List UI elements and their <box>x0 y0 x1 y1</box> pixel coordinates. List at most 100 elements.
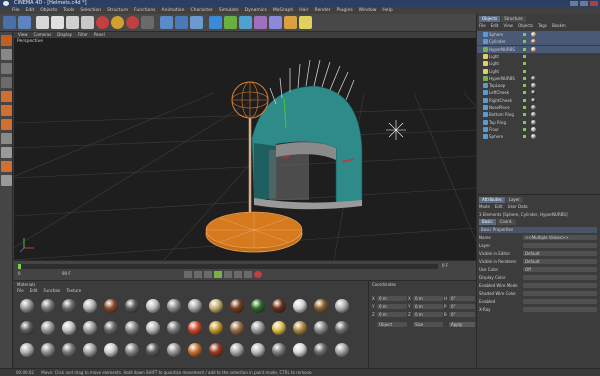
tweak-mode-icon[interactable] <box>1 133 12 144</box>
menu-animation[interactable]: Animation <box>162 7 185 14</box>
material-tag-icon[interactable] <box>531 39 536 45</box>
object-list-item[interactable]: Light <box>477 53 600 60</box>
menu-tools[interactable]: Tools <box>63 7 74 14</box>
render-picture-viewer-icon[interactable] <box>175 16 188 29</box>
visibility-toggle[interactable] <box>523 33 526 36</box>
attribute-value-field[interactable] <box>523 307 597 312</box>
menu-edit[interactable]: Edit <box>26 7 35 14</box>
attribute-value-field[interactable] <box>523 243 597 248</box>
close-button[interactable] <box>590 1 598 6</box>
menu-structure[interactable]: Structure <box>107 7 128 14</box>
size-mode-dropdown[interactable]: Size <box>413 322 443 327</box>
next-frame-icon[interactable] <box>224 271 232 278</box>
attribute-value-field[interactable] <box>523 275 597 280</box>
material-swatch[interactable] <box>188 321 202 335</box>
menu-window[interactable]: Window <box>359 7 377 14</box>
material-swatch[interactable] <box>146 343 160 357</box>
previous-frame-icon[interactable] <box>204 271 212 278</box>
material-swatch[interactable] <box>20 343 34 357</box>
material-tag-icon[interactable] <box>531 32 536 37</box>
timeline-end-frame[interactable]: 90 F <box>62 271 71 276</box>
timeline-start-frame[interactable]: 0 <box>18 271 21 276</box>
timeline-ruler[interactable] <box>18 264 438 269</box>
visibility-toggle[interactable] <box>523 135 526 139</box>
tab-objects[interactable]: Objects <box>479 16 501 22</box>
play-icon[interactable] <box>214 271 222 278</box>
visibility-toggle[interactable] <box>523 106 526 109</box>
array-icon[interactable] <box>239 16 252 29</box>
material-tag-icon[interactable] <box>531 119 536 125</box>
material-tag-icon[interactable] <box>531 97 536 103</box>
points-mode-icon[interactable] <box>1 91 12 102</box>
deformer-icon[interactable] <box>254 16 267 29</box>
object-list-item[interactable]: Floor <box>477 126 600 133</box>
object-list-item[interactable]: HyperNURBS <box>477 45 600 53</box>
visibility-toggle[interactable] <box>523 47 526 51</box>
object-menu-objects[interactable]: Objects <box>518 23 533 28</box>
model-mode-icon[interactable] <box>1 35 12 46</box>
material-swatch[interactable] <box>41 321 55 335</box>
object-list-item[interactable]: LeftCheek <box>477 89 600 96</box>
material-swatch[interactable] <box>146 299 160 313</box>
material-tag-icon[interactable] <box>531 126 536 132</box>
material-menu-edit[interactable]: Edit <box>30 288 38 293</box>
light-icon[interactable] <box>299 16 312 29</box>
material-swatch[interactable] <box>125 321 139 335</box>
visibility-toggle[interactable] <box>523 40 526 44</box>
camera-icon[interactable] <box>284 16 297 29</box>
attribute-value-field[interactable]: Default <box>523 259 597 264</box>
tab-structure[interactable]: Structure <box>501 16 526 22</box>
y-axis-icon[interactable] <box>111 16 124 29</box>
material-menu-function[interactable]: Function <box>43 288 60 293</box>
material-swatch[interactable] <box>230 299 244 313</box>
material-swatch[interactable] <box>251 343 265 357</box>
material-swatch[interactable] <box>314 299 328 313</box>
attribute-menu-user-data[interactable]: User Data <box>508 204 528 209</box>
render-settings-icon[interactable] <box>190 16 203 29</box>
material-swatch[interactable] <box>293 321 307 335</box>
material-tag-icon[interactable] <box>531 112 536 118</box>
size-x-field[interactable]: 0 m <box>413 296 443 301</box>
material-swatch[interactable] <box>188 299 202 313</box>
visibility-toggle[interactable] <box>523 120 526 124</box>
menu-hair[interactable]: Hair <box>299 7 308 14</box>
object-list-item[interactable]: TopLoop <box>477 82 600 89</box>
visibility-toggle[interactable] <box>523 113 526 117</box>
sculpt-icon[interactable] <box>1 175 12 186</box>
material-swatch[interactable] <box>230 321 244 335</box>
material-swatch[interactable] <box>272 343 286 357</box>
menu-render[interactable]: Render <box>315 7 331 14</box>
object-menu-file[interactable]: File <box>479 23 486 28</box>
object-list-item[interactable]: RightCheek <box>477 97 600 104</box>
object-list-item[interactable]: Light <box>477 60 600 67</box>
menu-functions[interactable]: Functions <box>134 7 156 14</box>
attribute-value-field[interactable] <box>523 299 597 304</box>
nurbs-icon[interactable] <box>224 16 237 29</box>
object-list-item[interactable]: Bottom Ring <box>477 111 600 118</box>
material-swatch[interactable] <box>209 299 223 313</box>
material-tag-icon[interactable] <box>531 75 536 81</box>
material-swatch[interactable] <box>188 343 202 357</box>
record-icon[interactable] <box>254 271 262 278</box>
visibility-toggle[interactable] <box>523 76 526 80</box>
material-swatch[interactable] <box>251 299 265 313</box>
menu-selection[interactable]: Selection <box>80 7 101 14</box>
menu-mograph[interactable]: MoGraph <box>273 7 293 14</box>
cube-icon[interactable] <box>209 16 222 29</box>
position-x-field[interactable]: 0 m <box>377 296 407 301</box>
subtab-coord[interactable]: Coord. <box>496 219 516 225</box>
object-menu-edit[interactable]: Edit <box>491 23 499 28</box>
visibility-toggle[interactable] <box>523 127 526 131</box>
visibility-toggle[interactable] <box>523 84 526 88</box>
attribute-menu-mode[interactable]: Mode <box>479 204 490 209</box>
visibility-toggle[interactable] <box>523 54 526 58</box>
material-swatch[interactable] <box>20 299 34 313</box>
previous-key-icon[interactable] <box>194 271 202 278</box>
object-mode-icon[interactable] <box>1 49 12 60</box>
visibility-toggle[interactable] <box>523 69 526 73</box>
material-swatch[interactable] <box>209 343 223 357</box>
material-swatch[interactable] <box>62 299 76 313</box>
scale-tool-icon[interactable] <box>66 16 79 29</box>
object-menu-view[interactable]: View <box>503 23 513 28</box>
attribute-value-field[interactable] <box>523 283 597 288</box>
